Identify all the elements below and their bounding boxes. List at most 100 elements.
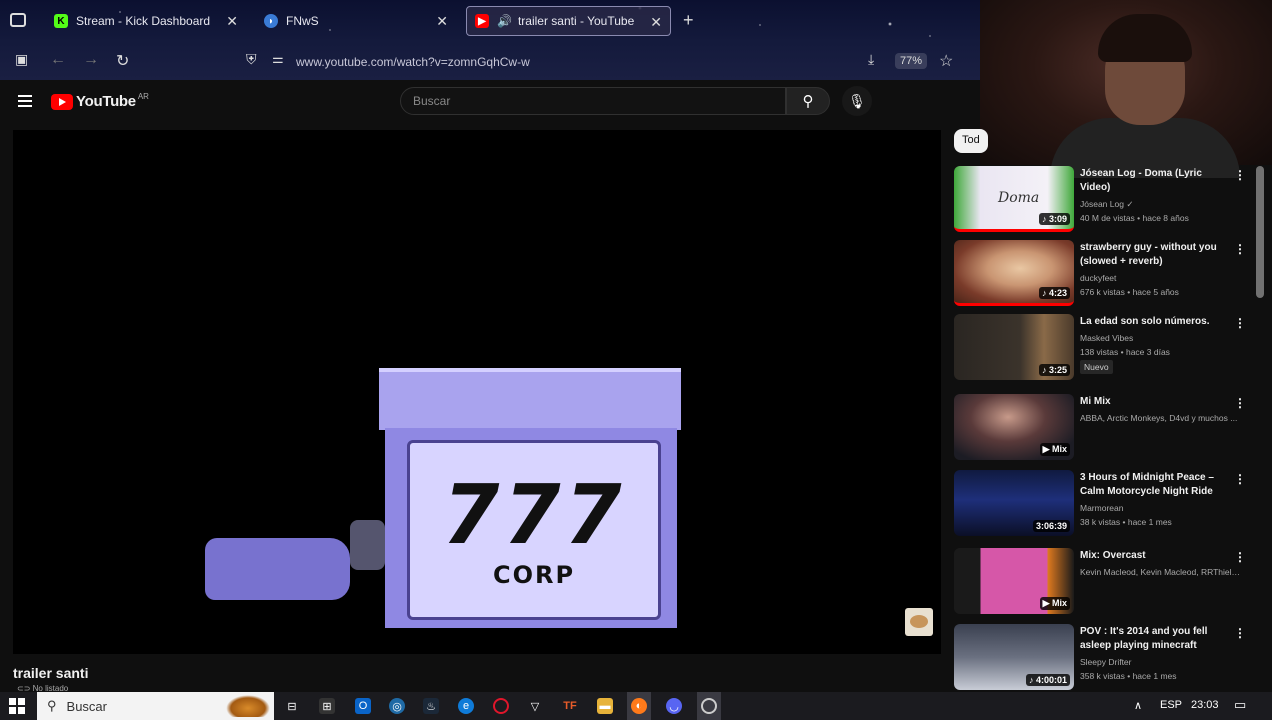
related-title: 3 Hours of Midnight Peace – Calm Motorcy… — [1080, 472, 1214, 497]
reload-button[interactable]: ↻ — [116, 51, 129, 71]
related-stats: 676 k vistas • hace 5 años — [1080, 287, 1179, 297]
voice-search-button[interactable]: 🎙 — [842, 86, 872, 116]
forward-button[interactable]: → — [83, 51, 99, 69]
video-thumbnail: ▶ Mix — [954, 394, 1074, 460]
close-tab-icon[interactable]: ✕ — [436, 13, 448, 30]
thumbnail-text: Doma — [998, 190, 1040, 206]
more-options-icon[interactable]: ⋮ — [1234, 316, 1246, 330]
duration-badge: ♪ 4:00:01 — [1025, 674, 1070, 686]
close-tab-icon[interactable]: ✕ — [226, 13, 238, 30]
sidebar-toggle-icon[interactable]: ▣ — [15, 51, 28, 68]
shield-icon[interactable]: ⛨ — [246, 51, 257, 68]
kick-icon: K — [54, 14, 68, 28]
steam-icon[interactable]: ♨ — [423, 698, 439, 714]
search-input[interactable] — [413, 88, 773, 114]
related-title: strawberry guy - without you (slowed + r… — [1080, 242, 1217, 267]
hamburger-menu-icon[interactable] — [18, 95, 32, 107]
download-icon[interactable]: ⤓ — [868, 51, 874, 68]
zoom-level[interactable]: 77% — [895, 53, 928, 69]
video-title: trailer santi — [13, 665, 89, 681]
address-bar[interactable]: www.youtube.com/watch?v=zomnGqhCw-w — [296, 55, 530, 69]
firefox-icon[interactable]: ◐ — [631, 698, 647, 714]
file-explorer-icon[interactable]: ▬ — [597, 698, 613, 714]
related-item[interactable]: ▶ Mix Mi Mix ABBA, Arctic Monkeys, D4vd … — [954, 394, 1254, 464]
tab-kick-dashboard[interactable]: K Stream - Kick Dashboard ✕ — [46, 6, 246, 36]
related-title: POV : It's 2014 and you fell asleep play… — [1080, 626, 1208, 651]
related-title: La edad son solo números. — [1080, 316, 1210, 327]
close-tab-icon[interactable]: ✕ — [650, 14, 662, 31]
obs-icon[interactable] — [701, 698, 717, 714]
back-button[interactable]: ← — [50, 51, 66, 69]
scrollbar-thumb[interactable] — [1256, 166, 1264, 298]
tab-fnws[interactable]: ◗ FNwS ✕ — [256, 6, 456, 36]
more-options-icon[interactable]: ⋮ — [1234, 168, 1246, 182]
video-thumbnail: Doma ♪ 3:09 — [954, 166, 1074, 232]
taskbar-search[interactable]: ⚲ Buscar — [37, 692, 274, 720]
search-icon: ⚲ — [802, 93, 814, 110]
tf-icon[interactable]: TF — [562, 698, 578, 714]
opera-icon[interactable] — [493, 698, 509, 714]
related-item[interactable]: ♪ 4:23 strawberry guy - without you (slo… — [954, 240, 1254, 310]
person-hair — [1098, 14, 1192, 62]
related-item[interactable]: 3:06:39 3 Hours of Midnight Peace – Calm… — [954, 470, 1254, 540]
tab-title: Stream - Kick Dashboard — [76, 14, 211, 28]
search-box[interactable] — [400, 87, 786, 115]
paint-smudge — [350, 520, 385, 570]
search-highlight-image — [226, 695, 270, 717]
video-thumbnail: ♪ 4:00:01 — [954, 624, 1074, 690]
store-icon[interactable]: ⊞ — [319, 698, 335, 714]
related-item[interactable]: ♪ 3:25 La edad son solo números. Masked … — [954, 314, 1254, 384]
clock[interactable]: 23:03 — [1191, 699, 1219, 711]
search-button[interactable]: ⚲ — [786, 87, 830, 115]
speaker-icon[interactable]: 🔊 — [497, 14, 512, 28]
site-settings-icon[interactable]: ⚌ — [272, 51, 284, 67]
related-item[interactable]: ♪ 4:00:01 POV : It's 2014 and you fell a… — [954, 624, 1254, 694]
task-view-icon[interactable]: ⊟ — [284, 698, 300, 714]
tab-overview-icon[interactable] — [10, 13, 26, 27]
related-stats: 38 k vistas • hace 1 mes — [1080, 517, 1172, 527]
related-channel: Masked Vibes — [1080, 333, 1134, 343]
more-options-icon[interactable]: ⋮ — [1234, 626, 1246, 640]
frame-text-corp: CORP — [492, 561, 576, 589]
tab-title: trailer santi - YouTube — [517, 14, 635, 28]
windows-start-button[interactable] — [9, 698, 25, 714]
related-stats: 138 vistas • hace 3 días — [1080, 347, 1170, 357]
country-code: AR — [137, 92, 149, 101]
tab-youtube-trailer[interactable]: ▶ 🔊 trailer santi - YouTube ✕ — [466, 6, 671, 36]
language-indicator[interactable]: ESP — [1160, 699, 1182, 711]
duration-badge: ♪ 3:25 — [1038, 364, 1070, 376]
new-tab-button[interactable]: + — [683, 10, 694, 31]
outlook-icon[interactable]: O — [355, 698, 371, 714]
windows-taskbar: ⚲ Buscar ⊟ ⊞ O ◎ ♨ e ▽ TF ▬ ◐ ◡ ∧ ESP 23… — [0, 692, 1272, 720]
app-icon[interactable]: ◎ — [389, 698, 405, 714]
verified-icon: ✓ — [1126, 199, 1134, 209]
more-options-icon[interactable]: ⋮ — [1234, 550, 1246, 564]
related-channel: Sleepy Drifter — [1080, 657, 1132, 667]
chip-all[interactable]: Tod — [954, 129, 988, 153]
bookmark-star-icon[interactable]: ☆ — [939, 51, 953, 71]
related-item[interactable]: ▶ Mix Mix: Overcast Kevin Macleod, Kevin… — [954, 548, 1254, 618]
channel-watermark[interactable] — [905, 608, 933, 636]
more-options-icon[interactable]: ⋮ — [1234, 242, 1246, 256]
related-channel: ABBA, Arctic Monkeys, D4vd y muchos ... — [1080, 413, 1238, 423]
related-stats: 358 k vistas • hace 1 mes — [1080, 671, 1177, 681]
discord-icon[interactable]: ◡ — [666, 698, 682, 714]
related-stats: 40 M de vistas • hace 8 años — [1080, 213, 1189, 223]
edge-icon[interactable]: e — [458, 698, 474, 714]
notifications-icon[interactable]: ▭ — [1234, 697, 1246, 713]
video-player[interactable]: 777 CORP — [13, 130, 941, 654]
duration-badge: ▶ Mix — [1039, 597, 1070, 610]
more-options-icon[interactable]: ⋮ — [1234, 396, 1246, 410]
logo-text: YouTube — [76, 93, 136, 110]
youtube-play-icon — [51, 93, 73, 110]
youtube-logo[interactable]: YouTube AR — [51, 92, 149, 110]
show-hidden-icons[interactable]: ∧ — [1134, 699, 1142, 712]
related-title: Mi Mix — [1080, 396, 1111, 407]
related-item[interactable]: Doma ♪ 3:09 Jósean Log - Doma (Lyric Vid… — [954, 166, 1254, 236]
search-icon: ⚲ — [47, 698, 57, 713]
more-options-icon[interactable]: ⋮ — [1234, 472, 1246, 486]
taskbar-search-label: Buscar — [66, 698, 107, 714]
brave-icon[interactable]: ▽ — [527, 698, 543, 714]
related-channel: Jósean Log ✓ — [1080, 199, 1134, 209]
fnws-icon: ◗ — [264, 14, 278, 28]
